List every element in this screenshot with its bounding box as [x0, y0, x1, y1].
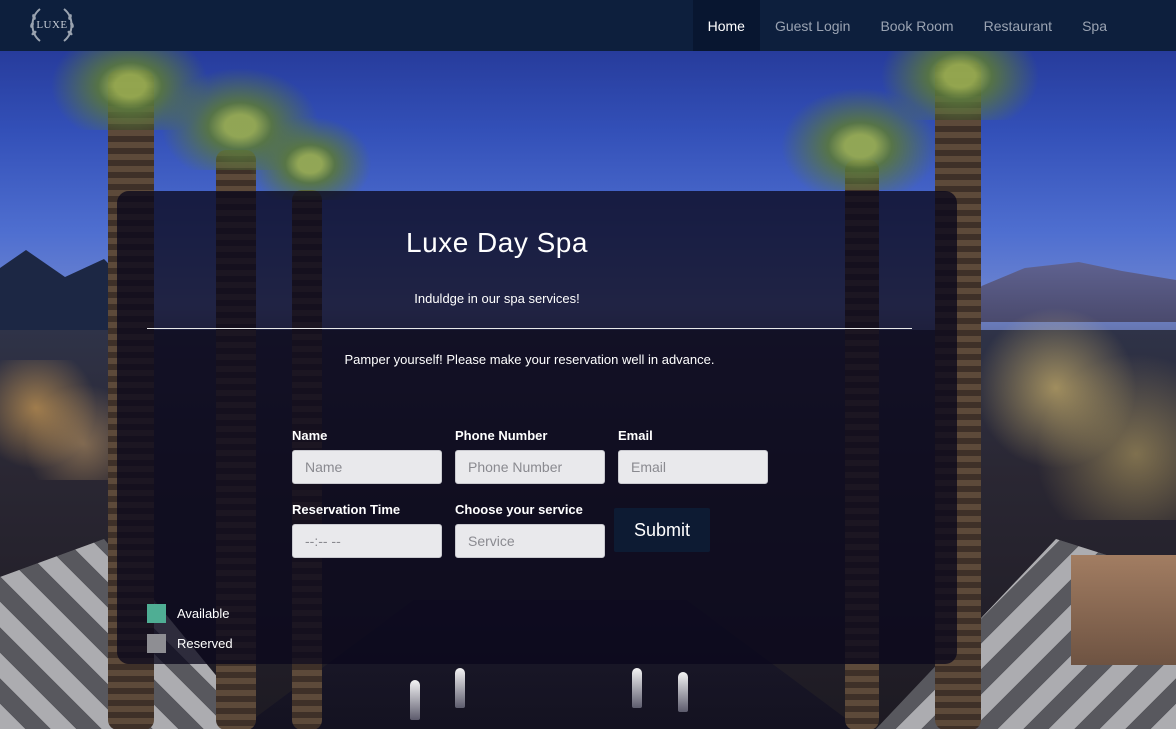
- available-label: Available: [177, 606, 230, 621]
- service-label: Choose your service: [455, 502, 583, 517]
- nav-item-home[interactable]: Home: [692, 0, 760, 51]
- page-subtitle: Induldge in our spa services!: [414, 291, 580, 306]
- available-swatch: [147, 604, 166, 623]
- fountain-jet: [410, 680, 420, 720]
- divider: [147, 328, 912, 329]
- garden-lights-left: [0, 360, 120, 480]
- email-input[interactable]: Email: [618, 450, 768, 484]
- nav-item-restaurant[interactable]: Restaurant: [969, 0, 1067, 51]
- service-select[interactable]: Service: [455, 524, 605, 558]
- legend-available: Available: [147, 604, 230, 623]
- garden-lights-right: [976, 300, 1176, 520]
- nav-item-spa[interactable]: Spa: [1067, 0, 1122, 51]
- reserved-swatch: [147, 634, 166, 653]
- logo[interactable]: LUXE: [26, 3, 78, 47]
- nav-item-book-room[interactable]: Book Room: [865, 0, 968, 51]
- nav-links: Home Guest Login Book Room Restaurant Sp…: [692, 0, 1122, 51]
- phone-label: Phone Number: [455, 428, 548, 443]
- palm-crown: [240, 110, 380, 200]
- submit-button[interactable]: Submit: [614, 508, 710, 552]
- spa-reservation-card: Luxe Day Spa Induldge in our spa service…: [117, 191, 957, 664]
- reservation-time-input[interactable]: --:-- --: [292, 524, 442, 558]
- reservation-time-label: Reservation Time: [292, 502, 401, 517]
- fountain-jet: [678, 672, 688, 712]
- reserved-label: Reserved: [177, 636, 233, 651]
- reservation-note: Pamper yourself! Please make your reserv…: [344, 352, 715, 367]
- planter: [1071, 555, 1176, 665]
- name-label: Name: [292, 428, 328, 443]
- name-input[interactable]: Name: [292, 450, 442, 484]
- fountain-jet: [455, 668, 465, 708]
- logo-text: LUXE: [36, 19, 68, 31]
- legend-reserved: Reserved: [147, 634, 233, 653]
- phone-input[interactable]: Phone Number: [455, 450, 605, 484]
- navbar: LUXE Home Guest Login Book Room Restaura…: [0, 0, 1176, 51]
- page-title: Luxe Day Spa: [406, 227, 588, 258]
- nav-item-guest-login[interactable]: Guest Login: [760, 0, 866, 51]
- email-label: Email: [618, 428, 653, 443]
- fountain-jet: [632, 668, 642, 708]
